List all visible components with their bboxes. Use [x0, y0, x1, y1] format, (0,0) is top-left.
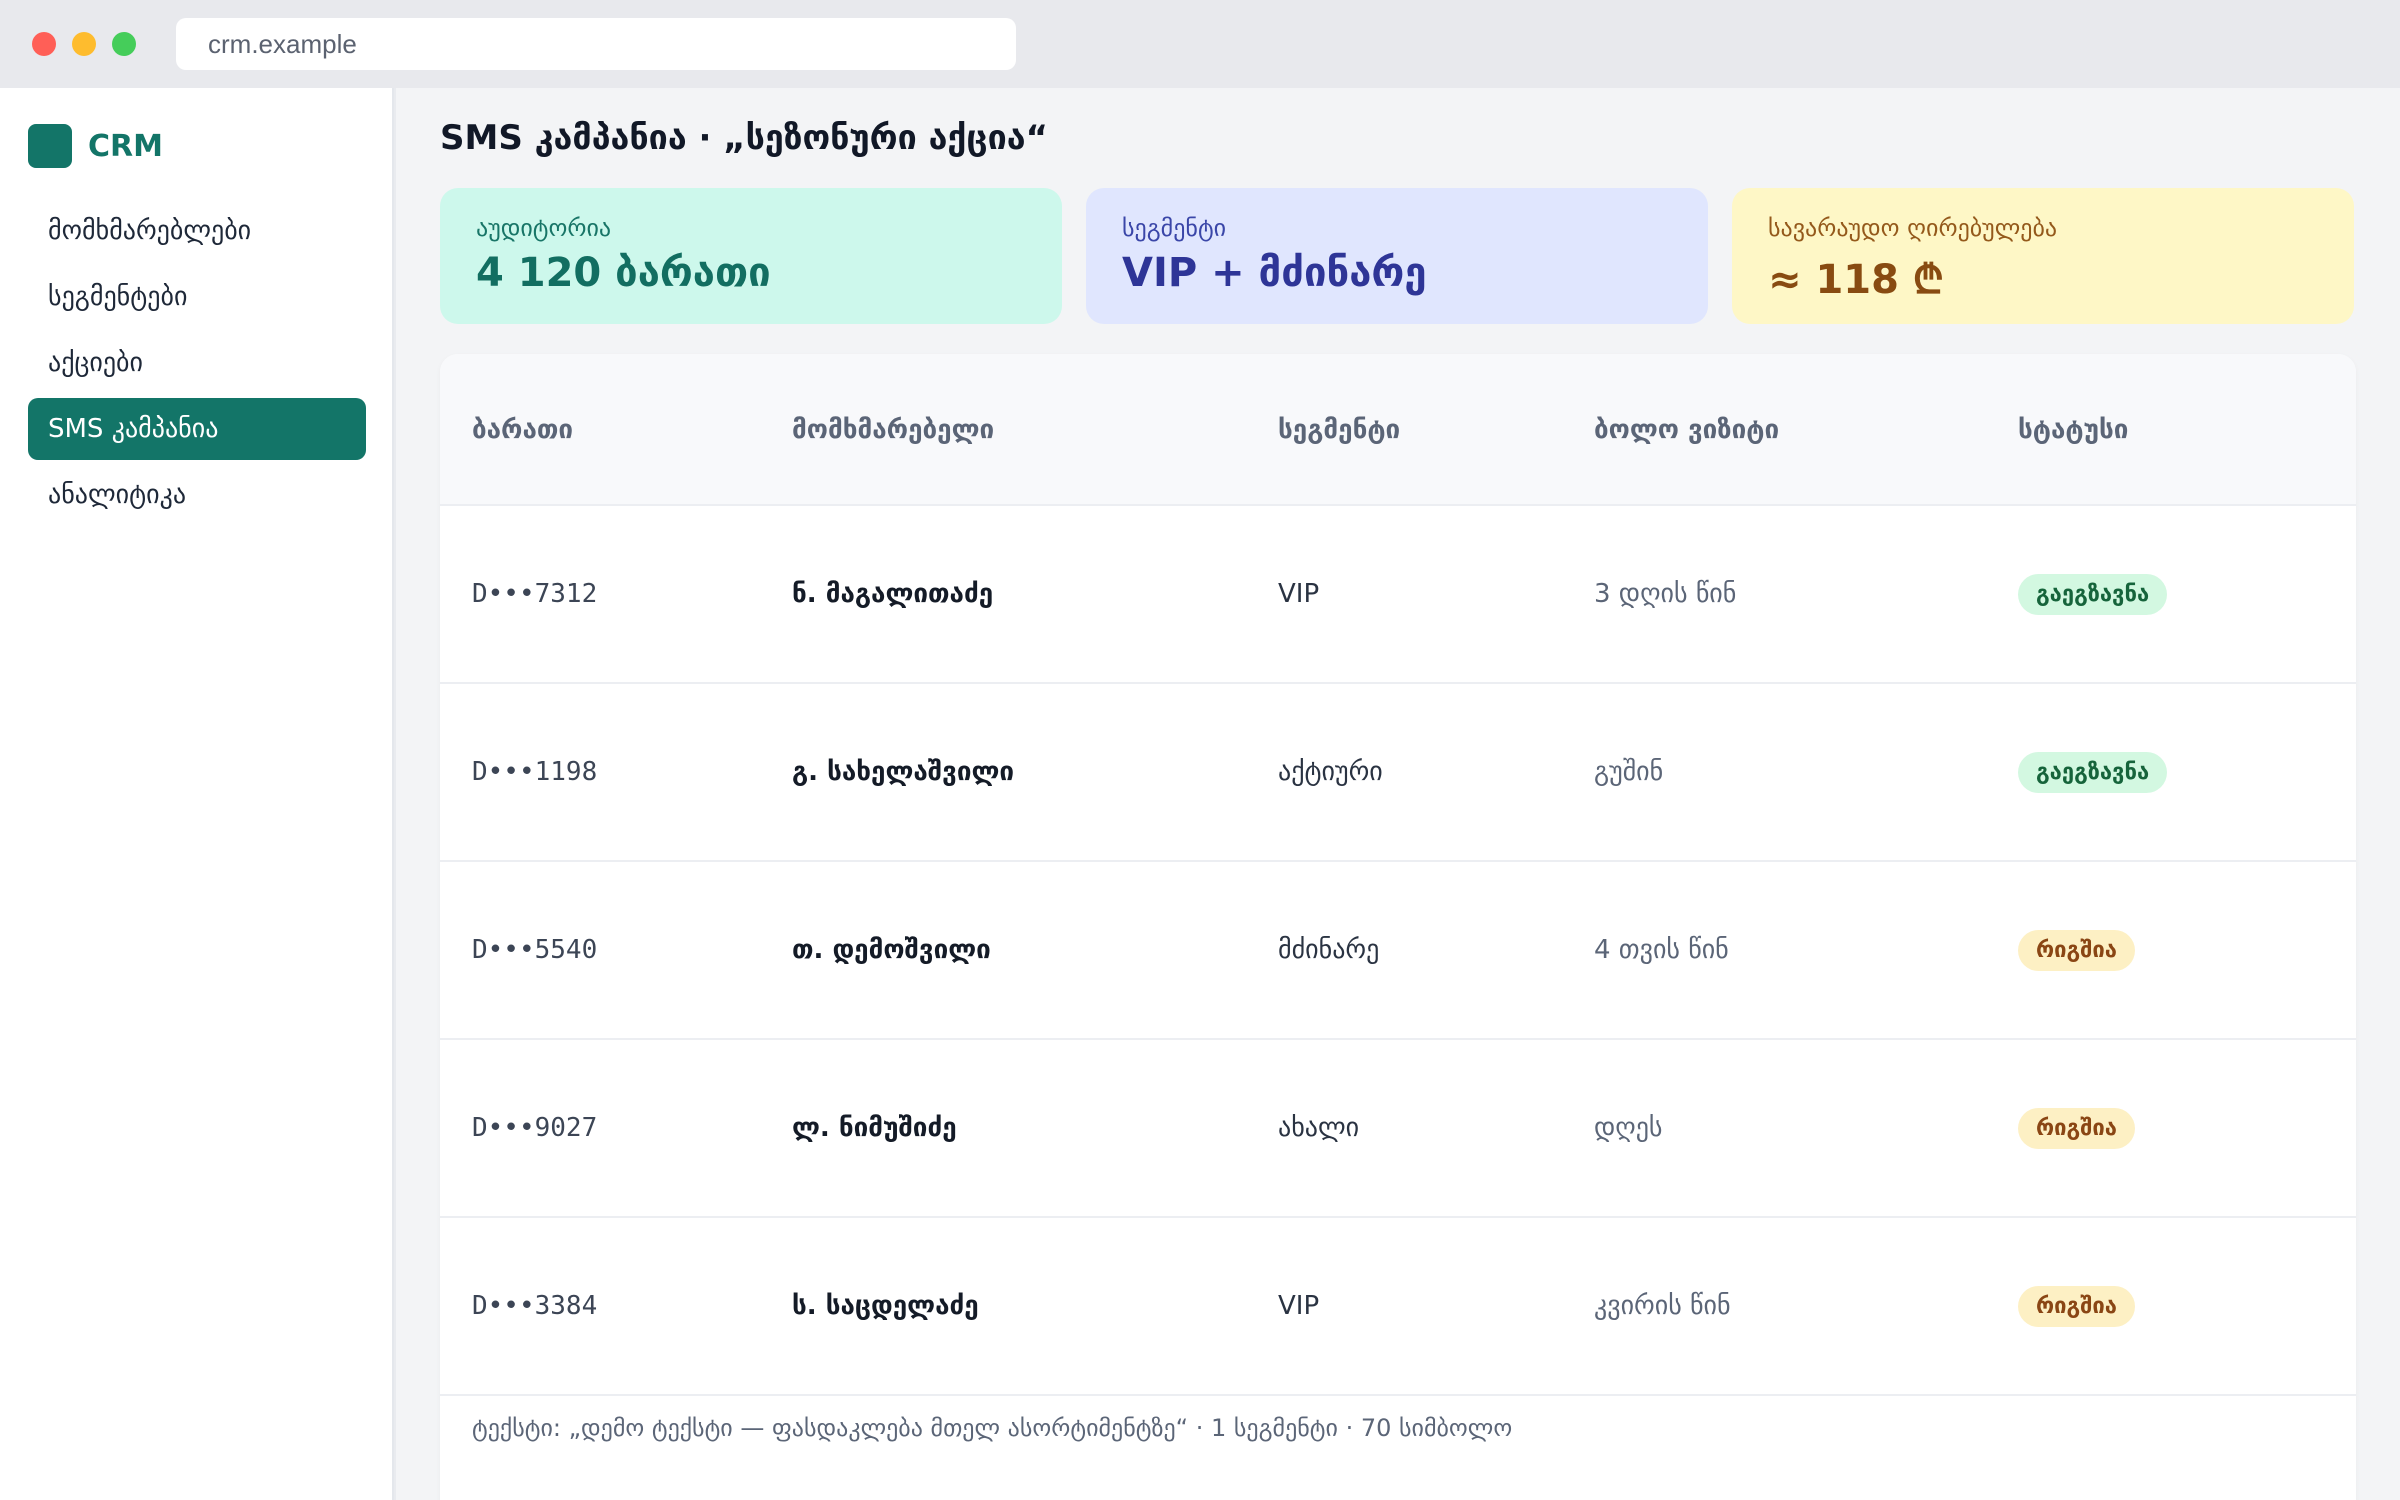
address-bar[interactable]: crm.example — [176, 18, 1016, 70]
last-visit-cell: 4 თვის წინ — [1594, 935, 1729, 965]
sidebar-item-analytics[interactable]: ანალიტიკა — [28, 464, 366, 526]
column-header-card[interactable]: ბარათი — [472, 354, 573, 506]
recipients-table: ბარათი მომხმარებელი სეგმენტი ბოლო ვიზიტი… — [440, 354, 2356, 1500]
table-row[interactable]: D•••1198 გ. სახელაშვილი აქტიური გუშინ გა… — [440, 684, 2356, 862]
page-title: SMS კამპანია · „სეზონური აქცია“ — [440, 118, 1048, 158]
segment-cell: მძინარე — [1278, 935, 1380, 965]
status-badge: გაეგზავნა — [2018, 752, 2168, 793]
browser-chrome: crm.example — [0, 0, 2400, 88]
status-badge: გაეგზავნა — [2018, 574, 2168, 615]
table-row[interactable]: D•••9027 ლ. ნიმუშიძე ახალი დღეს რიგშია — [440, 1040, 2356, 1218]
logo-icon — [28, 124, 72, 168]
segment-cell: ახალი — [1278, 1113, 1360, 1143]
segment-cell: VIP — [1278, 579, 1320, 609]
segment-label: სეგმენტი — [1122, 214, 1227, 242]
customer-name: გ. სახელაშვილი — [792, 757, 1015, 787]
brand-name: CRM — [88, 128, 163, 164]
status-badge: რიგშია — [2018, 930, 2135, 971]
column-header-customer[interactable]: მომხმარებელი — [792, 354, 994, 506]
sidebar: CRM მომხმარებლები სეგმენტები აქციები SMS… — [0, 88, 394, 1500]
status-badge: რიგშია — [2018, 1286, 2135, 1327]
customer-name: ნ. მაგალითაძე — [792, 579, 994, 609]
last-visit-cell: 3 დღის წინ — [1594, 579, 1737, 609]
audience-value: 4 120 ბარათი — [476, 250, 771, 296]
last-visit-cell: დღეს — [1594, 1113, 1663, 1143]
sidebar-item-segments[interactable]: სეგმენტები — [28, 266, 366, 328]
segment-cell: VIP — [1278, 1291, 1320, 1321]
card-number: D•••9027 — [472, 1113, 598, 1143]
sidebar-item-sms-campaign[interactable]: SMS კამპანია — [28, 398, 366, 460]
table-header: ბარათი მომხმარებელი სეგმენტი ბოლო ვიზიტი… — [440, 354, 2356, 506]
segment-cell: აქტიური — [1278, 757, 1383, 787]
minimize-window-button[interactable] — [72, 32, 96, 56]
status-badge: რიგშია — [2018, 1108, 2135, 1149]
column-header-last-visit[interactable]: ბოლო ვიზიტი — [1594, 354, 1779, 506]
card-number: D•••3384 — [472, 1291, 598, 1321]
maximize-window-button[interactable] — [112, 32, 136, 56]
column-header-status[interactable]: სტატუსი — [2018, 354, 2128, 506]
close-window-button[interactable] — [32, 32, 56, 56]
audience-card: აუდიტორია 4 120 ბარათი — [440, 188, 1062, 324]
card-number: D•••5540 — [472, 935, 598, 965]
table-row[interactable]: D•••5540 თ. დემოშვილი მძინარე 4 თვის წინ… — [440, 862, 2356, 1040]
summary-cards: აუდიტორია 4 120 ბარათი სეგმენტი VIP + მძ… — [440, 188, 2354, 324]
table-row[interactable]: D•••7312 ნ. მაგალითაძე VIP 3 დღის წინ გა… — [440, 506, 2356, 684]
main-content: SMS კამპანია · „სეზონური აქცია“ აუდიტორი… — [396, 88, 2400, 1500]
estimated-cost-label: სავარაუდო ღირებულება — [1768, 214, 2058, 242]
estimated-cost-card: სავარაუდო ღირებულება ≈ 118 ₾ — [1732, 188, 2354, 324]
card-number: D•••7312 — [472, 579, 598, 609]
estimated-cost-value: ≈ 118 ₾ — [1768, 257, 1944, 303]
last-visit-cell: კვირის წინ — [1594, 1291, 1731, 1321]
last-visit-cell: გუშინ — [1594, 757, 1664, 787]
segment-card: სეგმენტი VIP + მძინარე — [1086, 188, 1708, 324]
segment-value: VIP + მძინარე — [1122, 250, 1427, 296]
customer-name: თ. დემოშვილი — [792, 935, 991, 965]
card-number: D•••1198 — [472, 757, 598, 787]
brand[interactable]: CRM — [28, 124, 163, 168]
customer-name: ს. საცდელაძე — [792, 1291, 979, 1321]
customer-name: ლ. ნიმუშიძე — [792, 1113, 957, 1143]
column-header-segment[interactable]: სეგმენტი — [1278, 354, 1400, 506]
sidebar-nav: მომხმარებლები სეგმენტები აქციები SMS კამ… — [28, 200, 366, 530]
sidebar-item-promotions[interactable]: აქციები — [28, 332, 366, 394]
table-row[interactable]: D•••3384 ს. საცდელაძე VIP კვირის წინ რიგ… — [440, 1218, 2356, 1396]
campaign-footer-note: ტექსტი: „დემო ტექსტი — ფასდაკლება მთელ ა… — [472, 1414, 1513, 1442]
sidebar-item-customers[interactable]: მომხმარებლები — [28, 200, 366, 262]
audience-label: აუდიტორია — [476, 214, 612, 242]
